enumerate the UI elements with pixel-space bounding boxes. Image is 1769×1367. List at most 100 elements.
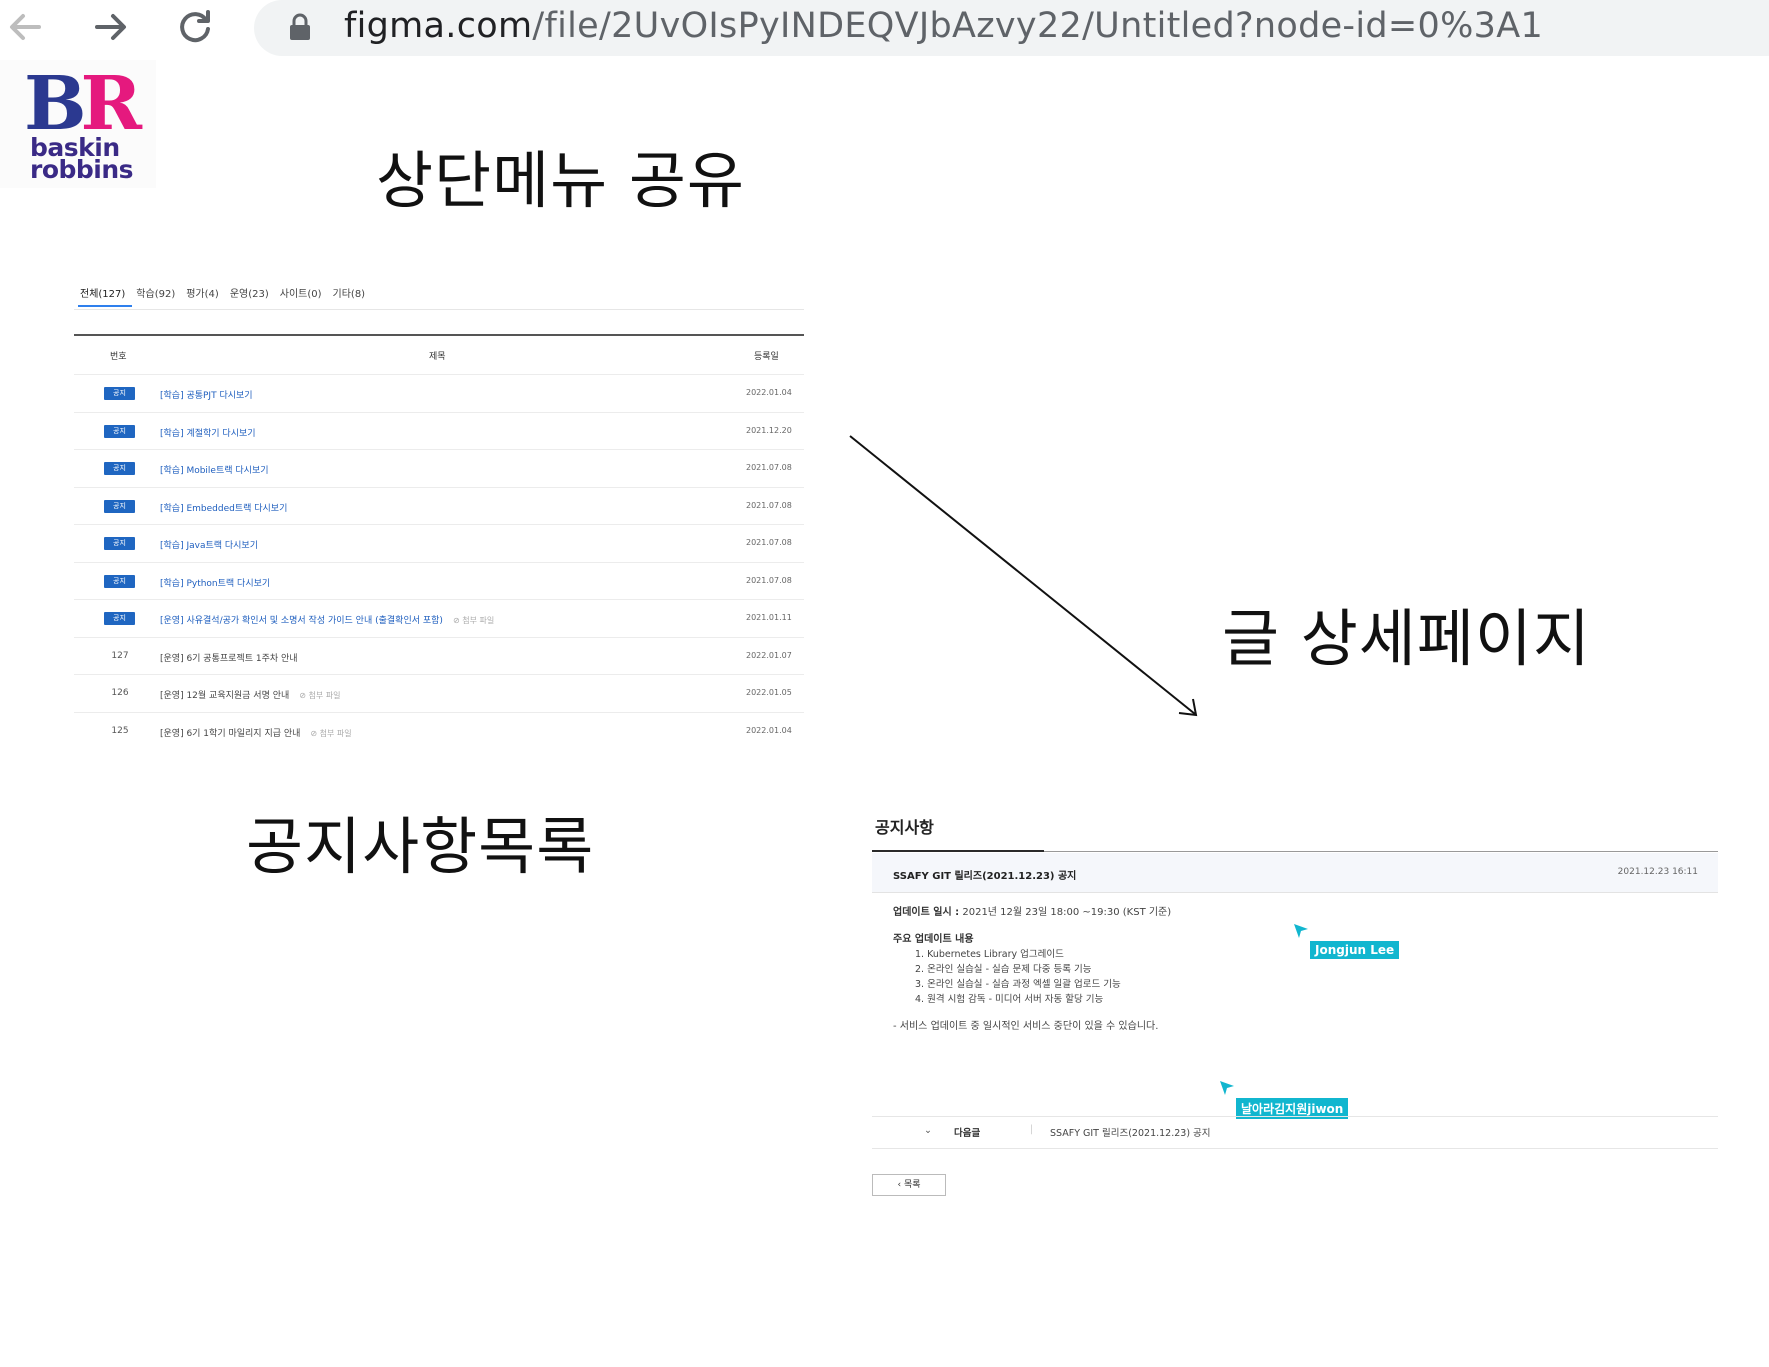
row-title-text: [학습] Embedded트랙 다시보기 bbox=[160, 503, 288, 514]
detail-heading: 공지사항 bbox=[875, 818, 934, 837]
notice-badge: 공지 bbox=[104, 612, 135, 625]
attachment-label: 첨부 파일 bbox=[462, 616, 495, 625]
row-title[interactable]: [운영] 사유결석/공가 확인서 및 소명서 작성 가이드 안내 (출결확인서 … bbox=[160, 613, 494, 626]
row-title[interactable]: [운영] 6기 공통프로젝트 1주차 안내 bbox=[160, 651, 298, 664]
row-title[interactable]: [학습] 공통PJT 다시보기 bbox=[160, 388, 253, 401]
row-date: 2022.01.05 bbox=[746, 688, 792, 697]
notice-list-panel: 전체(127) 학습(92) 평가(4) 운영(23) 사이트(0) 기타(8)… bbox=[74, 272, 804, 767]
row-date: 2021.07.08 bbox=[746, 500, 792, 510]
paperclip-icon: ⊘ bbox=[452, 616, 463, 625]
row-date: 2021.07.08 bbox=[746, 538, 792, 547]
paperclip-icon: ⊘ bbox=[299, 691, 309, 700]
post-title: SSAFY GIT 릴리즈(2021.12.23) 공지 bbox=[893, 871, 1077, 882]
row-title-text: [학습] Python트랙 다시보기 bbox=[160, 578, 271, 589]
table-row[interactable]: 127 [운영] 6기 공통프로젝트 1주차 안내 2022.01.07 bbox=[74, 636, 804, 676]
header-title: 제목 bbox=[429, 352, 446, 362]
row-title-text: [학습] 계절학기 다시보기 bbox=[160, 428, 256, 439]
paperclip-icon: ⊘ bbox=[310, 728, 320, 738]
cursor-arrow-icon bbox=[1294, 924, 1308, 938]
tab-evaluation[interactable]: 평가(4) bbox=[186, 285, 219, 300]
post-detail-panel: 공지사항 SSAFY GIT 릴리즈(2021.12.23) 공지 2021.1… bbox=[872, 808, 1720, 1196]
attachment-label: 첨부 파일 bbox=[308, 691, 341, 700]
header-date: 등록일 bbox=[754, 352, 779, 362]
table-row[interactable]: 공지 [학습] 계절학기 다시보기 2021.12.20 bbox=[74, 411, 804, 451]
row-title[interactable]: [학습] Mobile트랙 다시보기 bbox=[160, 463, 269, 476]
chevron-down-icon: ⌄ bbox=[924, 1125, 932, 1136]
row-number: 127 bbox=[111, 650, 129, 661]
row-number: 125 bbox=[111, 725, 129, 736]
update-time-label: 업데이트 일시 : bbox=[893, 907, 960, 918]
attachment-indicator: ⊘ 첨부 파일 bbox=[453, 616, 494, 625]
row-title-text: [학습] Java트랙 다시보기 bbox=[160, 541, 258, 551]
update-item: 4. 원격 시험 감독 - 미디어 서버 자동 할당 기능 bbox=[915, 994, 1104, 1005]
table-row[interactable]: 공지 [학습] Mobile트랙 다시보기 2021.07.08 bbox=[74, 449, 804, 488]
row-date: 2022.01.04 bbox=[746, 725, 792, 735]
notice-badge: 공지 bbox=[104, 537, 135, 550]
header-number: 번호 bbox=[110, 352, 127, 362]
tab-divider bbox=[74, 309, 804, 310]
tab-site[interactable]: 사이트(0) bbox=[280, 285, 322, 300]
notice-badge: 공지 bbox=[104, 387, 135, 400]
row-date: 2022.01.04 bbox=[746, 388, 792, 397]
chevron-left-icon: ‹ bbox=[897, 1180, 902, 1190]
row-title[interactable]: [운영] 12월 교육지원금 서명 안내 ⊘ 첨부 파일 bbox=[160, 688, 341, 701]
update-item: 1. Kubernetes Library 업그레이드 bbox=[915, 949, 1064, 960]
row-title[interactable]: [학습] Python트랙 다시보기 bbox=[160, 576, 270, 589]
table-row[interactable]: 공지 [운영] 사유결석/공가 확인서 및 소명서 작성 가이드 안내 (출결확인… bbox=[74, 599, 804, 638]
update-items: 1. Kubernetes Library 업그레이드 2. 온라인 실습실 -… bbox=[893, 947, 1171, 1007]
row-title-text: [운영] 사유결석/공가 확인서 및 소명서 작성 가이드 안내 (출결확인서 … bbox=[160, 616, 443, 626]
table-row[interactable]: 125 [운영] 6기 1학기 마일리지 지급 안내 ⊘ 첨부 파일 2022.01.… bbox=[74, 711, 804, 751]
post-date: 2021.12.23 16:11 bbox=[1617, 867, 1698, 877]
service-notice: - 서비스 업데이트 중 일시적인 서비스 중단이 있을 수 있습니다. bbox=[893, 1021, 1159, 1032]
post-body: 업데이트 일시 : 2021년 12월 23일 18:00 ~19:30 (KS… bbox=[893, 905, 1171, 1034]
row-date: 2021.12.20 bbox=[746, 425, 792, 435]
table-row[interactable]: 공지 [학습] Python트랙 다시보기 2021.07.08 bbox=[74, 561, 804, 601]
table-header: 번호 제목 등록일 bbox=[74, 336, 804, 374]
attachment-indicator: ⊘ 첨부 파일 bbox=[299, 691, 340, 700]
row-title[interactable]: [운영] 6기 1학기 마일리지 지급 안내 ⊘ 첨부 파일 bbox=[160, 726, 352, 739]
update-time-value: 2021년 12월 23일 18:00 ~19:30 (KST 기준) bbox=[962, 907, 1172, 918]
row-title-text: [학습] Mobile트랙 다시보기 bbox=[160, 466, 269, 476]
detail-divider-accent bbox=[872, 850, 1044, 852]
tab-all[interactable]: 전체(127) bbox=[80, 285, 125, 300]
row-title-text: [운영] 6기 공통프로젝트 1주차 안내 bbox=[160, 653, 298, 664]
row-title-text: [운영] 6기 1학기 마일리지 지급 안내 bbox=[160, 728, 301, 739]
row-title[interactable]: [학습] 계절학기 다시보기 bbox=[160, 426, 256, 439]
next-post-label: 다음글 bbox=[954, 1128, 981, 1139]
table-row[interactable]: 공지 [학습] 공통PJT 다시보기 2022.01.04 bbox=[74, 374, 804, 413]
notice-badge: 공지 bbox=[104, 574, 135, 588]
row-title[interactable]: [학습] Embedded트랙 다시보기 bbox=[160, 501, 287, 514]
row-number: 126 bbox=[111, 688, 129, 698]
category-tabs: 전체(127) 학습(92) 평가(4) 운영(23) 사이트(0) 기타(8) bbox=[80, 285, 376, 300]
post-header: SSAFY GIT 릴리즈(2021.12.23) 공지 2021.12.23 … bbox=[872, 853, 1718, 893]
notice-badge: 공지 bbox=[104, 424, 135, 438]
row-date: 2022.01.07 bbox=[746, 650, 792, 660]
back-to-list-button[interactable]: ‹ 목록 bbox=[872, 1174, 946, 1196]
update-item: 3. 온라인 실습실 - 실습 과정 엑셀 일괄 업로드 기능 bbox=[915, 979, 1121, 990]
row-title-text: [운영] 12월 교육지원금 서명 안내 bbox=[160, 691, 290, 701]
main-updates-label: 주요 업데이트 내용 bbox=[893, 934, 974, 945]
update-item: 2. 온라인 실습실 - 실습 문제 다중 등록 기능 bbox=[915, 964, 1092, 975]
attachment-label: 첨부 파일 bbox=[319, 728, 352, 738]
update-time: 업데이트 일시 : 2021년 12월 23일 18:00 ~19:30 (KS… bbox=[893, 905, 1171, 920]
tab-operation[interactable]: 운영(23) bbox=[230, 285, 269, 300]
table-row[interactable]: 공지 [학습] Embedded트랙 다시보기 2021.07.08 bbox=[74, 486, 804, 526]
attachment-indicator: ⊘ 첨부 파일 bbox=[310, 729, 351, 738]
table-row[interactable]: 공지 [학습] Java트랙 다시보기 2021.07.08 bbox=[74, 524, 804, 563]
table-row[interactable]: 126 [운영] 12월 교육지원금 서명 안내 ⊘ 첨부 파일 2022.01.05 bbox=[74, 674, 804, 713]
active-tab-indicator bbox=[78, 305, 132, 307]
cursor-arrow-icon bbox=[1220, 1081, 1234, 1095]
next-post-title[interactable]: SSAFY GIT 릴리즈(2021.12.23) 공지 bbox=[1050, 1125, 1211, 1139]
row-title[interactable]: [학습] Java트랙 다시보기 bbox=[160, 538, 258, 551]
row-title-text: [학습] 공통PJT 다시보기 bbox=[160, 391, 253, 401]
notice-badge: 공지 bbox=[104, 499, 135, 513]
row-date: 2021.07.08 bbox=[746, 575, 792, 585]
separator: | bbox=[1030, 1124, 1034, 1135]
next-post-row[interactable]: ⌄ 다음글 | SSAFY GIT 릴리즈(2021.12.23) 공지 bbox=[872, 1116, 1718, 1149]
tab-etc[interactable]: 기타(8) bbox=[333, 285, 366, 300]
row-date: 2021.07.08 bbox=[746, 463, 792, 472]
notice-badge: 공지 bbox=[104, 462, 135, 475]
list-button-label: 목록 bbox=[903, 1180, 921, 1190]
collaborator-tag: Jongjun Lee bbox=[1310, 941, 1400, 959]
tab-study[interactable]: 학습(92) bbox=[136, 285, 175, 300]
